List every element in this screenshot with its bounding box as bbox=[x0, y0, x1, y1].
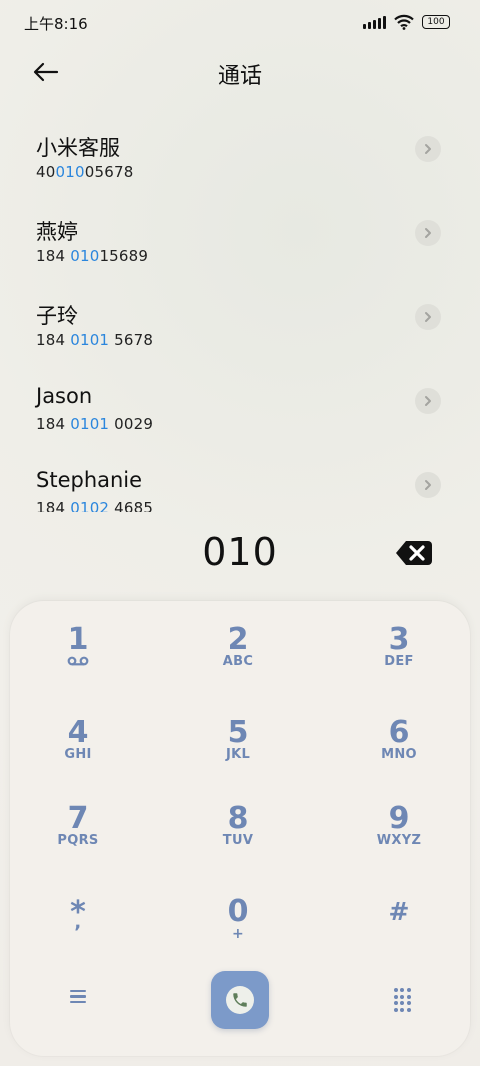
key-3[interactable]: 3 DEF bbox=[339, 623, 459, 703]
dial-input-row: 010 bbox=[0, 526, 480, 582]
contact-row[interactable]: 燕婷 184 01015689 bbox=[0, 202, 480, 286]
key-digit: 4 bbox=[67, 715, 89, 750]
contact-name: 燕婷 bbox=[36, 220, 78, 244]
chevron-right-icon bbox=[425, 396, 431, 406]
chevron-right-icon bbox=[425, 144, 431, 154]
key-hash[interactable]: # bbox=[339, 897, 459, 977]
voicemail-icon bbox=[67, 656, 89, 666]
contact-detail-button[interactable] bbox=[415, 220, 441, 246]
chevron-right-icon bbox=[425, 228, 431, 238]
key-4[interactable]: 4 GHI bbox=[18, 716, 138, 796]
key-6[interactable]: 6 MNO bbox=[339, 716, 459, 796]
header: 通话 bbox=[0, 52, 480, 92]
key-digit: 3 bbox=[388, 622, 410, 657]
contact-detail-button[interactable] bbox=[415, 472, 441, 498]
contact-row[interactable]: 子玲 184 0101 5678 bbox=[0, 286, 480, 370]
status-time: 上午8:16 bbox=[24, 15, 88, 33]
chevron-right-icon bbox=[425, 312, 431, 322]
key-digit: 8 bbox=[227, 801, 249, 836]
key-digit: 9 bbox=[388, 801, 410, 836]
key-digit: 7 bbox=[67, 801, 89, 836]
contact-detail-button[interactable] bbox=[415, 388, 441, 414]
contact-number: 184 0101 0029 bbox=[36, 415, 154, 433]
contact-number: 184 0101 5678 bbox=[36, 331, 154, 349]
key-0[interactable]: 0 + bbox=[178, 895, 298, 975]
key-2[interactable]: 2 ABC bbox=[178, 623, 298, 703]
contact-number: 184 0102 4685 bbox=[36, 499, 154, 512]
contact-row[interactable]: Jason 184 0101 0029 bbox=[0, 370, 480, 454]
key-letters: ABC bbox=[222, 654, 254, 669]
contact-row[interactable]: 小米客服 4001005678 bbox=[0, 118, 480, 202]
key-letters: PQRS bbox=[57, 833, 99, 848]
contact-number: 4001005678 bbox=[36, 163, 134, 181]
contact-name: 子玲 bbox=[36, 304, 78, 328]
key-letters: WXYZ bbox=[376, 833, 422, 848]
key-digit: 0 bbox=[227, 894, 249, 929]
key-letters: GHI bbox=[64, 747, 92, 762]
dial-keypad: 1 2 ABC 3 DEF 4 GHI 5 JKL 6 MNO 7 PQRS 8… bbox=[10, 601, 470, 1056]
key-letters: + bbox=[231, 926, 245, 942]
contact-row[interactable]: Stephanie 184 0102 4685 bbox=[0, 454, 480, 512]
key-9[interactable]: 9 WXYZ bbox=[339, 802, 459, 882]
dialpad-toggle-button[interactable] bbox=[391, 988, 413, 1012]
key-letters: TUV bbox=[222, 833, 254, 848]
key-5[interactable]: 5 JKL bbox=[178, 716, 298, 796]
key-8[interactable]: 8 TUV bbox=[178, 802, 298, 882]
menu-button[interactable] bbox=[66, 987, 90, 1011]
key-1[interactable]: 1 bbox=[18, 623, 138, 703]
battery-icon: 100 bbox=[422, 15, 450, 29]
key-digit: 2 bbox=[227, 622, 249, 657]
key-letters: DEF bbox=[384, 654, 414, 669]
key-digit: 1 bbox=[67, 622, 89, 657]
key-digit: 5 bbox=[227, 715, 249, 750]
delete-button[interactable] bbox=[395, 540, 433, 566]
key-7[interactable]: 7 PQRS bbox=[18, 802, 138, 882]
contact-name: Stephanie bbox=[36, 468, 143, 492]
backspace-icon bbox=[396, 541, 432, 565]
chevron-right-icon bbox=[425, 480, 431, 490]
key-digit: # bbox=[388, 897, 410, 926]
signal-icon bbox=[363, 15, 386, 29]
status-bar: 上午8:16 100 bbox=[0, 0, 480, 44]
key-letters: JKL bbox=[225, 747, 251, 762]
contact-name: 小米客服 bbox=[36, 136, 120, 160]
key-star[interactable]: * , bbox=[18, 898, 138, 978]
call-icon-bg bbox=[226, 986, 254, 1014]
contact-detail-button[interactable] bbox=[415, 136, 441, 162]
bottom-bar bbox=[10, 971, 470, 1031]
contact-number: 184 01015689 bbox=[36, 247, 149, 265]
contact-list[interactable]: 小米客服 4001005678 燕婷 184 01015689 子玲 184 0… bbox=[0, 118, 480, 512]
status-icons: 100 bbox=[363, 12, 450, 32]
phone-icon bbox=[233, 993, 247, 1007]
key-letters: MNO bbox=[381, 747, 417, 762]
page-title: 通话 bbox=[217, 64, 262, 89]
call-button[interactable] bbox=[211, 971, 269, 1029]
wifi-icon bbox=[394, 14, 414, 30]
key-digit: 6 bbox=[388, 715, 410, 750]
key-letters: , bbox=[74, 912, 82, 933]
contact-detail-button[interactable] bbox=[415, 304, 441, 330]
contact-name: Jason bbox=[36, 384, 93, 408]
menu-icon bbox=[66, 990, 90, 1004]
